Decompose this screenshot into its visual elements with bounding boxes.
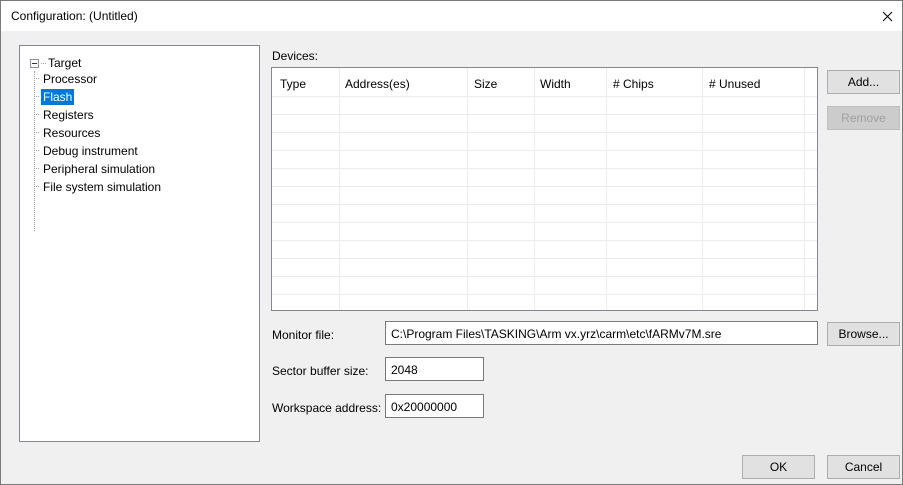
tree-item-label: Resources [43, 125, 101, 140]
grid-row-line [272, 240, 817, 241]
devices-label: Devices: [272, 49, 319, 63]
grid-column-line [534, 68, 535, 310]
tree-item-peripheral-simulation[interactable]: Peripheral simulation [34, 160, 157, 177]
tree-node-target[interactable]: Target [30, 55, 81, 71]
sector-buffer-size-label: Sector buffer size: [272, 364, 369, 378]
tree-connector [34, 186, 39, 187]
tree-connector [34, 114, 39, 115]
grid-column-line [467, 68, 468, 310]
tree-item-file-system-simulation[interactable]: File system simulation [34, 178, 163, 195]
grid-row-line [272, 186, 817, 187]
tree-connector [41, 62, 46, 64]
window-title: Configuration: (Untitled) [11, 9, 138, 23]
grid-row-line [272, 276, 817, 277]
tree-item-processor[interactable]: Processor [34, 70, 99, 87]
column-header-size[interactable]: Size [474, 77, 497, 91]
devices-table[interactable]: Type Address(es) Size Width # Chips # Un… [271, 67, 818, 311]
category-tree[interactable]: Target Processor Flash Registers Resourc… [19, 45, 260, 442]
tree-node-label: Target [48, 56, 82, 70]
workspace-address-input[interactable]: 0x20000000 [385, 394, 484, 418]
tree-item-debug-instrument[interactable]: Debug instrument [34, 142, 140, 159]
grid-row-line [272, 150, 817, 151]
title-bar[interactable]: Configuration: (Untitled) [1, 1, 902, 31]
tree-item-label: Debug instrument [43, 143, 138, 158]
tree-item-label: Registers [43, 107, 94, 122]
minus-box-icon[interactable] [30, 58, 39, 68]
grid-column-line [339, 68, 340, 310]
browse-button[interactable]: Browse... [827, 322, 900, 346]
tree-item-label: File system simulation [43, 179, 162, 194]
cancel-button[interactable]: Cancel [827, 455, 900, 479]
tree-connector [34, 150, 39, 151]
grid-column-line [702, 68, 703, 310]
grid-column-line [804, 68, 805, 310]
close-button[interactable] [872, 1, 902, 31]
grid-row-line [272, 168, 817, 169]
column-header-addresses[interactable]: Address(es) [345, 77, 410, 91]
configuration-dialog: Configuration: (Untitled) Target Process… [0, 0, 903, 485]
tree-item-label: Processor [43, 71, 98, 86]
grid-row-line [272, 132, 817, 133]
sector-buffer-size-input[interactable]: 2048 [385, 357, 484, 381]
grid-row-line [272, 258, 817, 259]
grid-column-line [606, 68, 607, 310]
grid-row-line [272, 204, 817, 205]
column-header-chips[interactable]: # Chips [613, 77, 654, 91]
column-header-type[interactable]: Type [280, 77, 306, 91]
tree-connector [34, 168, 39, 169]
grid-row-line [272, 222, 817, 223]
tree-item-label: Flash [41, 88, 75, 105]
remove-button[interactable]: Remove [827, 106, 900, 130]
grid-row-line [272, 96, 817, 97]
column-header-width[interactable]: Width [540, 77, 571, 91]
ok-button[interactable]: OK [742, 455, 815, 479]
tree-item-flash[interactable]: Flash [34, 88, 75, 105]
tree-item-registers[interactable]: Registers [34, 106, 96, 123]
monitor-file-label: Monitor file: [272, 328, 335, 342]
tree-connector [34, 132, 39, 133]
workspace-address-label: Workspace address: [272, 401, 382, 415]
add-button[interactable]: Add... [827, 70, 900, 94]
column-header-unused[interactable]: # Unused [709, 77, 760, 91]
monitor-file-input[interactable]: C:\Program Files\TASKING\Arm vx.yrz\carm… [385, 321, 818, 345]
tree-connector [34, 78, 39, 79]
tree-connector [34, 96, 39, 97]
tree-item-resources[interactable]: Resources [34, 124, 102, 141]
close-icon [882, 11, 893, 22]
tree-item-label: Peripheral simulation [43, 161, 156, 176]
grid-row-line [272, 114, 817, 115]
grid-row-line [272, 294, 817, 295]
